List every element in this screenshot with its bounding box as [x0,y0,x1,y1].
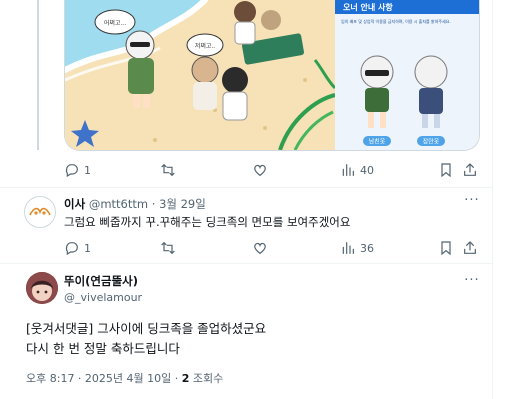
tweet-media-image[interactable]: 어쩌고... 저쩌고.. 오너 안내 사항 임의 배포 및 상업적 이용을 금지… [64,0,480,151]
reply-display-name[interactable]: 이사 [64,197,85,211]
tag-right: 잠만옷 [423,138,440,146]
speech-bubble-1-text: 어쩌고... [104,19,126,27]
share-icon [464,241,476,254]
timeline-column: 어쩌고... 저쩌고.. 오너 안내 사항 임의 배포 및 상업적 이용을 금지… [0,0,493,399]
like-button[interactable] [252,238,268,258]
views-button[interactable]: 40 [340,160,374,180]
retweet-button[interactable] [160,160,180,180]
main-display-name[interactable]: 뚜이(연금뚤사) [64,273,138,289]
share-icon [464,163,476,176]
speech-bubble-2-text: 저쩌고.. [195,42,215,50]
reply-count: 1 [84,241,91,255]
tweet-views-label: 조회수 [189,372,224,385]
tweet-meta: 오후 8:17 · 2025년 4월 10일 · 2 조회수 [26,370,223,386]
more-dots-icon: ··· [464,273,480,288]
more-dots-icon: ··· [464,193,480,208]
reply-header: 이사 @mtt6ttm · 3월 29일 [64,196,206,212]
main-tweet-text: [웃겨서댓글] 그사이에 딩크족을 졸업하셨군요 다시 한 번 정말 축하드립니… [26,319,266,359]
heart-icon [254,242,266,255]
main-text-line-1: [웃겨서댓글] 그사이에 딩크족을 졸업하셨군요 [26,321,267,336]
retweet-icon [161,242,175,254]
tweet-divider [0,263,492,264]
main-text-line-2: 다시 한 번 정말 축하드립니다 [26,341,180,356]
bookmark-icon [441,241,451,256]
reply-separator: · [151,197,156,211]
reply-count: 1 [84,163,91,177]
tweet-timestamp[interactable]: 오후 8:17 · 2025년 4월 10일 · [26,372,182,385]
main-more-button[interactable]: ··· [462,273,482,290]
bookmark-button[interactable] [438,238,454,258]
reply-more-button[interactable]: ··· [462,193,482,210]
tag-left: 남친옷 [369,138,386,146]
views-count: 36 [360,241,374,255]
media-illustration: 어쩌고... 저쩌고.. 오너 안내 사항 임의 배포 및 상업적 이용을 금지… [65,0,479,150]
heart-icon [254,164,266,177]
reply-tweet-action-bar: 1 36 [64,238,478,258]
bar-chart-icon [342,242,354,254]
share-button[interactable] [462,238,478,258]
main-author-avatar[interactable] [26,272,58,304]
reply-button[interactable]: 1 [64,160,91,180]
views-button[interactable]: 36 [340,238,374,258]
share-button[interactable] [462,160,478,180]
panel-notice: 임의 배포 및 상업적 이용을 금지하며, 이용 시 출처를 밝혀주세요. [341,18,451,24]
reply-author-avatar[interactable] [24,196,56,228]
bookmark-button[interactable] [438,160,454,180]
retweet-button[interactable] [160,238,180,258]
retweet-icon [161,164,175,176]
reply-handle[interactable]: @mtt6ttm [89,197,148,211]
main-handle[interactable]: @_vivelamour [64,291,142,304]
views-count: 40 [360,163,374,177]
media-tweet-action-bar: 1 40 [64,160,478,180]
avatar-character-icon [26,272,58,304]
bookmark-icon [441,163,451,178]
reply-text: 그럼요 삐줍까지 꾸.꾸해주는 딩크족의 면모를 보여주겠어요 [64,215,351,229]
reply-icon [65,242,78,256]
panel-title: 오너 안내 사항 [343,2,393,12]
thread-connector-line [37,0,39,150]
tweet-divider [0,187,492,188]
reply-icon [65,164,78,178]
reply-date[interactable]: 3월 29일 [159,197,206,211]
bar-chart-icon [342,164,354,176]
avatar-doodle-icon [29,207,51,216]
reply-button[interactable]: 1 [64,238,91,258]
like-button[interactable] [252,160,268,180]
